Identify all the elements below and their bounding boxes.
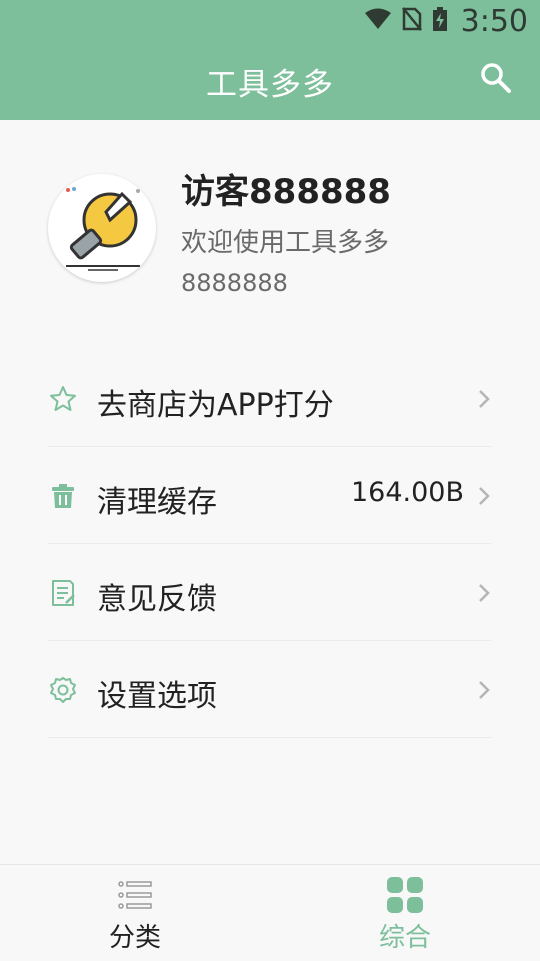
menu-item-feedback[interactable]: 意见反馈	[48, 544, 492, 641]
menu-label: 去商店为APP打分	[97, 388, 334, 423]
tab-overview[interactable]: 综合	[270, 865, 540, 961]
battery-charging-icon	[433, 7, 447, 31]
wifi-icon	[365, 8, 391, 29]
menu-item-clear-cache[interactable]: 清理缓存 164.00B	[48, 447, 492, 544]
grid-icon	[387, 877, 423, 913]
profile-section: 访客888888 欢迎使用工具多多 8888888	[0, 120, 540, 340]
app-bar: 工具多多	[0, 42, 540, 120]
trash-icon	[52, 484, 74, 508]
tab-label: 分类	[108, 923, 161, 953]
welcome-text: 欢迎使用工具多多	[181, 228, 390, 258]
app-title: 工具多多	[206, 67, 334, 103]
tab-label: 综合	[378, 923, 431, 953]
menu-label: 设置选项	[97, 679, 217, 714]
menu-item-settings[interactable]: 设置选项	[48, 641, 492, 738]
status-time: 3:50	[460, 4, 528, 39]
menu-label: 清理缓存	[97, 485, 217, 520]
chevron-right-icon	[479, 390, 490, 408]
no-sim-icon	[402, 7, 422, 31]
status-icons	[364, 6, 448, 32]
user-id: 8888888	[181, 269, 288, 297]
bottom-navigation: 分类 综合	[0, 864, 540, 961]
star-icon	[50, 386, 76, 411]
gear-icon	[50, 677, 76, 703]
wrench-logo-icon	[66, 187, 140, 271]
cache-size-value: 164.00B	[351, 477, 464, 508]
status-bar: 3:50	[0, 0, 540, 42]
search-icon[interactable]	[478, 60, 514, 96]
menu-item-rate-app[interactable]: 去商店为APP打分	[48, 350, 492, 447]
menu-label: 意见反馈	[97, 582, 217, 617]
user-name: 访客888888	[181, 172, 391, 212]
feedback-icon	[52, 580, 75, 606]
chevron-right-icon	[479, 584, 490, 602]
chevron-right-icon	[479, 487, 490, 505]
avatar[interactable]	[48, 174, 156, 282]
settings-menu: 去商店为APP打分 清理缓存 164.00B 意见反馈 设置选项	[48, 350, 492, 738]
list-icon	[118, 881, 152, 909]
tab-category[interactable]: 分类	[0, 865, 270, 961]
chevron-right-icon	[479, 681, 490, 699]
